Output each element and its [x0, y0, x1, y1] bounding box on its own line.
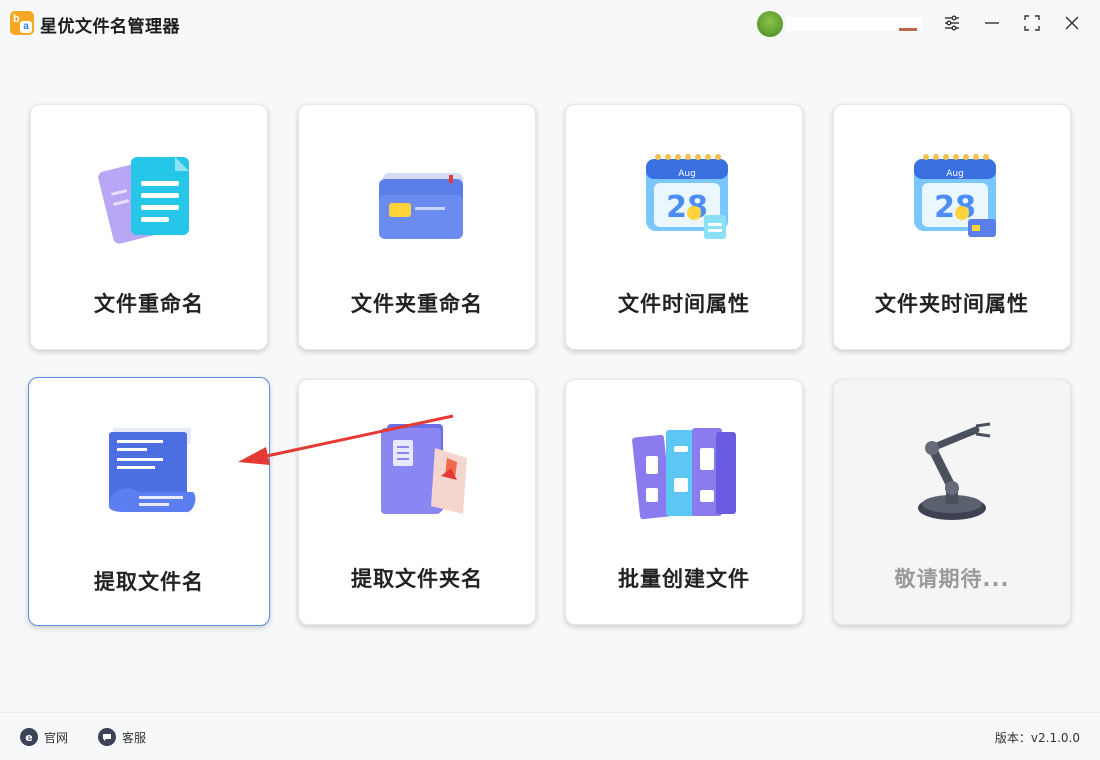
folder-icon: [357, 143, 477, 253]
card-file-rename[interactable]: 文件重命名: [30, 104, 268, 350]
card-label: 文件夹时间属性: [875, 292, 1029, 316]
close-button[interactable]: [1060, 11, 1084, 35]
calendar-month: Aug: [678, 169, 696, 179]
calendar-folder-icon: Aug 28: [892, 143, 1012, 253]
chat-bubble-icon: [98, 728, 116, 746]
card-label: 文件夹重命名: [351, 292, 483, 316]
calendar-day: 28: [666, 190, 708, 225]
robot-arm-icon: [892, 418, 1012, 528]
card-label: 提取文件夹名: [351, 567, 483, 591]
customer-support-link[interactable]: 客服: [98, 727, 146, 747]
globe-e-icon: e: [20, 728, 38, 746]
card-folder-rename[interactable]: 文件夹重命名: [298, 104, 536, 350]
footer: e 官网 客服 版本：v2.1.0.0: [0, 712, 1100, 760]
minimize-button[interactable]: [980, 11, 1004, 35]
user-account[interactable]: [757, 11, 927, 37]
documents-icon: [89, 143, 209, 253]
scroll-list-icon: [89, 418, 209, 528]
user-name-redacted: [787, 17, 921, 31]
website-label: 官网: [44, 730, 69, 745]
app-logo-icon: ba: [10, 11, 34, 35]
avatar[interactable]: [757, 11, 783, 37]
card-label: 提取文件名: [94, 570, 204, 594]
maximize-icon: [1024, 15, 1040, 31]
version-text: 版本：v2.1.0.0: [994, 731, 1080, 745]
settings-button[interactable]: [940, 11, 964, 35]
sliders-icon: [945, 15, 959, 31]
calendar-month: Aug: [946, 169, 964, 179]
card-extract-foldernames[interactable]: 提取文件夹名: [298, 379, 536, 625]
card-label: 文件重命名: [94, 292, 204, 316]
website-link[interactable]: e 官网: [20, 727, 68, 747]
folder-extract-icon: [357, 418, 477, 528]
card-coming-soon: 敬请期待...: [833, 379, 1071, 625]
app-title: 星优文件名管理器: [40, 17, 180, 37]
binders-icon: [624, 418, 744, 528]
title-bar: ba 星优文件名管理器: [0, 0, 1100, 48]
card-label: 批量创建文件: [618, 567, 750, 591]
card-label: 文件时间属性: [618, 292, 750, 316]
calendar-file-icon: Aug 28: [624, 143, 744, 253]
card-extract-filenames[interactable]: 提取文件名: [28, 377, 270, 626]
close-icon: [1065, 16, 1079, 30]
card-label: 敬请期待...: [894, 567, 1010, 591]
card-file-time-attributes[interactable]: Aug 28 文件时间属性: [565, 104, 803, 350]
card-batch-create-files[interactable]: 批量创建文件: [565, 379, 803, 625]
minimize-icon: [985, 22, 999, 24]
maximize-button[interactable]: [1020, 11, 1044, 35]
card-folder-time-attributes[interactable]: Aug 28 文件夹时间属性: [833, 104, 1071, 350]
support-label: 客服: [122, 730, 147, 745]
